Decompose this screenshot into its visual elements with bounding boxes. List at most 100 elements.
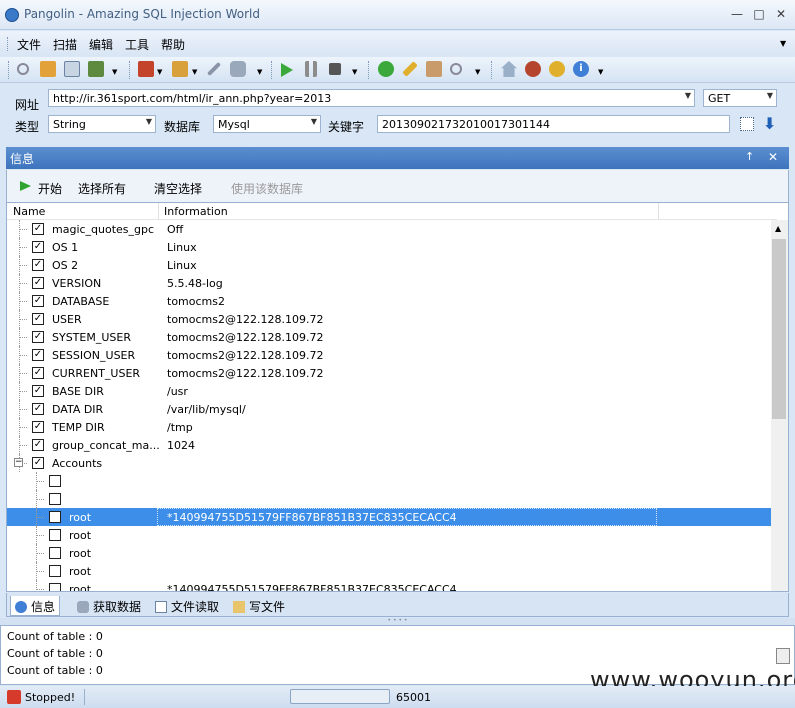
method-dropdown-icon[interactable]: ▼: [767, 91, 773, 100]
table-row[interactable]: root: [7, 526, 771, 544]
column-name[interactable]: Name: [13, 205, 45, 218]
toolbar-dropdown-1-icon[interactable]: ▼: [112, 69, 118, 76]
table-row[interactable]: root: [7, 562, 771, 580]
check-icon[interactable]: [378, 61, 394, 77]
type-dropdown-icon[interactable]: ▼: [146, 117, 152, 126]
tab-write-file[interactable]: 写文件: [229, 596, 289, 616]
home-icon[interactable]: [501, 61, 517, 77]
document-icon[interactable]: [64, 61, 80, 77]
table-row[interactable]: root: [7, 544, 771, 562]
tab-info[interactable]: 信息: [10, 596, 61, 616]
row-checkbox[interactable]: ✓: [32, 277, 44, 289]
row-checkbox[interactable]: [49, 565, 61, 577]
help-dropdown-icon[interactable]: ▼: [598, 69, 604, 76]
tool-dropdown-icon[interactable]: ▼: [192, 69, 198, 76]
menu-file[interactable]: 文件: [17, 36, 41, 53]
key-icon[interactable]: [402, 61, 418, 77]
database-icon[interactable]: [230, 61, 246, 77]
open-folder-icon[interactable]: [40, 61, 56, 77]
bug-icon[interactable]: [525, 61, 541, 77]
start-button[interactable]: 开始: [38, 180, 62, 197]
type-select[interactable]: String ▼: [48, 115, 156, 133]
scrollbar-thumb[interactable]: [772, 239, 786, 419]
menu-edit[interactable]: 编辑: [89, 36, 113, 53]
table-row[interactable]: ✓ SYSTEM_USER tomocms2@122.128.109.72: [7, 328, 771, 346]
pause-icon[interactable]: [305, 61, 317, 77]
row-checkbox[interactable]: ✓: [32, 241, 44, 253]
table-row[interactable]: ✓ CURRENT_USER tomocms2@122.128.109.72: [7, 364, 771, 382]
table-row[interactable]: ✓ TEMP DIR/tmp: [7, 418, 771, 436]
menu-tools[interactable]: 工具: [125, 36, 149, 53]
scroll-up-icon[interactable]: ▲: [775, 224, 781, 233]
info-tree-grid[interactable]: Name Information ✓ magic_quotes_gpc Off ✓ OS…: [6, 202, 789, 592]
tab-get-data[interactable]: 获取数据: [73, 596, 145, 616]
table-row[interactable]: ✓ SESSION_USER tomocms2@122.128.109.72: [7, 346, 771, 364]
row-checkbox[interactable]: [49, 529, 61, 541]
tool-icon[interactable]: [172, 61, 188, 77]
minimize-button[interactable]: —: [728, 6, 746, 22]
table-row[interactable]: ✓ group_concat_ma... 1024: [7, 436, 771, 454]
menubar-chevron-icon[interactable]: ▼: [780, 39, 786, 48]
url-input[interactable]: http://ir.361sport.com/html/ir_ann.php?y…: [48, 89, 695, 107]
table-row[interactable]: ✓ magic_quotes_gpc Off: [7, 220, 771, 238]
log-scroll-thumb[interactable]: [776, 648, 790, 664]
control-dropdown-icon[interactable]: ▼: [352, 69, 358, 76]
gift-icon[interactable]: [549, 61, 565, 77]
table-row[interactable]: root *140994755D51579FF867BF851B37EC835CE…: [7, 508, 771, 526]
export-icon[interactable]: [88, 61, 104, 77]
row-checkbox[interactable]: ✓: [32, 349, 44, 361]
tab-file-read[interactable]: 文件读取: [151, 596, 223, 616]
row-checkbox[interactable]: ✓: [32, 403, 44, 415]
row-checkbox[interactable]: ✓: [32, 223, 44, 235]
down-arrow-icon[interactable]: ⬇: [763, 114, 776, 133]
row-checkbox[interactable]: [49, 475, 61, 487]
row-checkbox[interactable]: ✓: [32, 457, 44, 469]
close-window-button[interactable]: ✕: [772, 6, 790, 22]
table-row[interactable]: ✓ DATABASE tomocms2: [7, 292, 771, 310]
row-checkbox[interactable]: [49, 493, 61, 505]
row-checkbox[interactable]: ✓: [32, 313, 44, 325]
row-checkbox[interactable]: [49, 511, 61, 523]
select-all-button[interactable]: 选择所有: [78, 180, 126, 197]
menu-scan[interactable]: 扫描: [53, 36, 77, 53]
table-row[interactable]: ✓ OS 1 Linux: [7, 238, 771, 256]
maximize-button[interactable]: □: [750, 6, 768, 22]
clear-selection-button[interactable]: 清空选择: [154, 180, 202, 197]
column-information[interactable]: Information: [164, 205, 228, 218]
database-dropdown-icon[interactable]: ▼: [257, 69, 263, 76]
stop-icon[interactable]: [329, 63, 341, 75]
table-row[interactable]: [7, 472, 771, 490]
row-checkbox[interactable]: [49, 583, 61, 591]
panel-close-icon[interactable]: ✕: [768, 150, 778, 164]
row-checkbox[interactable]: ✓: [32, 295, 44, 307]
inject-dropdown-icon[interactable]: ▼: [157, 69, 163, 76]
table-row[interactable]: root *140994755D51579FF867BF851B37EC835CE…: [7, 580, 771, 591]
about-icon[interactable]: i: [573, 61, 589, 77]
row-checkbox[interactable]: ✓: [32, 367, 44, 379]
wrench-icon[interactable]: [206, 61, 222, 77]
row-checkbox[interactable]: ✓: [32, 331, 44, 343]
table-row[interactable]: ✓ USER tomocms2@122.128.109.72: [7, 310, 771, 328]
table-row[interactable]: − ✓ Accounts: [7, 454, 771, 472]
table-row[interactable]: [7, 490, 771, 508]
row-checkbox[interactable]: ✓: [32, 421, 44, 433]
table-row[interactable]: ✓ OS 2 Linux: [7, 256, 771, 274]
grid-select-icon[interactable]: [740, 117, 754, 131]
start-play-icon[interactable]: [20, 181, 31, 191]
panel-splitter[interactable]: • • • •: [0, 618, 795, 625]
collapse-icon[interactable]: −: [14, 458, 23, 467]
row-checkbox[interactable]: ✓: [32, 259, 44, 271]
row-checkbox[interactable]: ✓: [32, 385, 44, 397]
inject-icon[interactable]: [138, 61, 154, 77]
search-dropdown-icon[interactable]: ▼: [475, 69, 481, 76]
keyword-input[interactable]: 201309021732010017301144: [377, 115, 730, 133]
database-dropdown-icon[interactable]: ▼: [311, 117, 317, 126]
row-checkbox[interactable]: ✓: [32, 439, 44, 451]
database-select[interactable]: Mysql ▼: [213, 115, 321, 133]
play-icon[interactable]: [281, 63, 293, 77]
table-row[interactable]: ✓ BASE DIR/usr: [7, 382, 771, 400]
menu-help[interactable]: 帮助: [161, 36, 185, 53]
users-icon[interactable]: [426, 61, 442, 77]
use-database-button[interactable]: 使用该数据库: [231, 180, 303, 197]
url-dropdown-icon[interactable]: ▼: [685, 91, 691, 100]
